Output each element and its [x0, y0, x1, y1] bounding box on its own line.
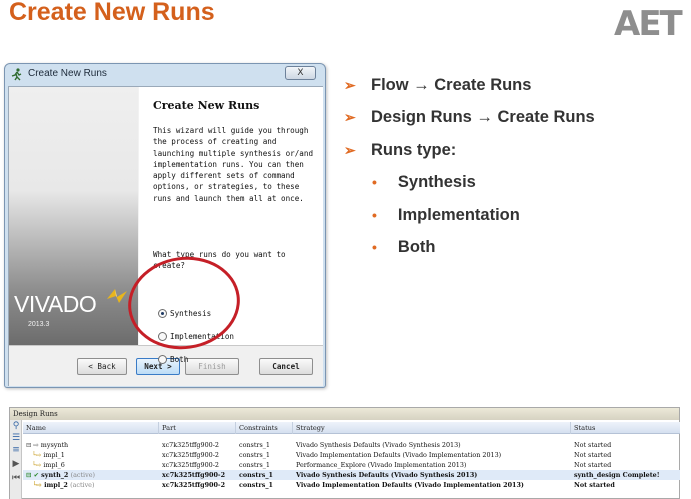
bullet-item: ➢ Design Runs → Create Runs — [344, 104, 595, 130]
dot-bullet-icon: • — [372, 174, 377, 190]
runner-icon — [11, 68, 22, 81]
sub-bullet-text: Implementation — [397, 205, 520, 224]
run-name-cell: └⇨ impl_1 — [26, 451, 65, 459]
slide-title: Create New Runs — [9, 0, 215, 26]
dialog-title: Create New Runs — [28, 68, 107, 79]
constraints-cell: constrs_1 — [239, 481, 273, 489]
design-runs-panel: Design Runs ⚲ ☰ ≡ ▶ ⏮ Name Part Constrai… — [9, 407, 680, 499]
table-row[interactable]: └⇨ impl_6 xc7k325tffg900-2 constrs_1 Per… — [23, 460, 680, 470]
strategy-cell: Vivado Implementation Defaults (Vivado I… — [296, 481, 524, 489]
radio-both[interactable]: Both — [158, 353, 188, 365]
col-header-status[interactable]: Status — [571, 422, 680, 434]
dot-bullet-icon: • — [372, 239, 377, 255]
sub-bullet-text: Both — [397, 237, 436, 256]
status-cell: Not started — [574, 461, 612, 469]
strategy-cell: Vivado Synthesis Defaults (Vivado Synthe… — [296, 471, 478, 479]
wizard-description: This wizard will guide you through the p… — [153, 126, 314, 203]
radio-button-both[interactable] — [158, 354, 167, 364]
runs-toolbar: ⚲ ☰ ≡ ▶ ⏮ — [10, 420, 22, 499]
strategy-cell: Performance_Explore (Vivado Implementati… — [296, 461, 467, 469]
radio-label-both: Both — [170, 354, 189, 364]
constraints-cell: constrs_1 — [239, 471, 273, 479]
bullet-text: Runs type: — [371, 140, 457, 159]
close-icon: X — [297, 68, 304, 78]
table-row[interactable]: └⇨ impl_2 (active) xc7k325tffg900-2 cons… — [23, 480, 680, 490]
col-header-constraints[interactable]: Constraints — [236, 422, 293, 434]
part-cell: xc7k325tffg900-2 — [162, 451, 219, 459]
launch-run-icon[interactable]: ▶ — [11, 460, 21, 469]
cancel-button[interactable]: Cancel — [259, 358, 313, 375]
table-row[interactable]: └⇨ impl_1 xc7k325tffg900-2 constrs_1 Viv… — [23, 450, 680, 460]
table-row[interactable]: ⊟ ✔ synth_2 (active) xc7k325tffg900-2 co… — [23, 470, 680, 480]
status-cell: Not started — [574, 451, 612, 459]
strategy-cell: Vivado Implementation Defaults (Vivado I… — [296, 451, 502, 459]
sub-bullet-item: • Synthesis — [372, 169, 476, 195]
dot-bullet-icon: • — [372, 207, 377, 223]
first-icon[interactable]: ⏮ — [11, 474, 21, 483]
vivado-version: 2013.3 — [28, 321, 50, 328]
bullet-item: ➢ Runs type: — [344, 137, 456, 163]
search-icon[interactable]: ⚲ — [11, 422, 21, 431]
vivado-logo-text: VIVADO — [14, 291, 97, 317]
close-button[interactable]: X — [285, 66, 316, 80]
table-row[interactable]: ⊟ ⇨ mysynth xc7k325tffg900-2 constrs_1 V… — [23, 440, 680, 450]
bullet-text: Design Runs → Create Runs — [371, 107, 595, 126]
col-header-name[interactable]: Name — [23, 422, 159, 434]
dialog-titlebar[interactable]: Create New Runs X — [5, 64, 325, 86]
vivado-logo-icon — [107, 289, 127, 303]
run-name-cell: ⊟ ⇨ mysynth — [26, 441, 69, 449]
bullet-item: ➢ Flow → Create Runs — [344, 72, 531, 98]
wizard-heading: Create New Runs — [153, 99, 260, 112]
sub-bullet-item: • Implementation — [372, 202, 520, 228]
arrow-bullet-icon: ➢ — [344, 76, 356, 93]
run-name-cell: └⇨ impl_6 — [26, 461, 65, 469]
bullet-text: Flow → Create Runs — [371, 75, 532, 94]
constraints-cell: constrs_1 — [239, 451, 270, 459]
part-cell: xc7k325tffg900-2 — [162, 461, 219, 469]
vivado-splash: VIVADO 2013.3 — [9, 87, 138, 345]
aet-logo: AET — [614, 4, 683, 44]
status-cell: synth_design Complete! — [574, 471, 660, 479]
button-bar: < Back Next > Finish Cancel — [9, 345, 323, 386]
sub-bullet-item: • Both — [372, 234, 435, 260]
constraints-cell: constrs_1 — [239, 441, 270, 449]
col-header-strategy[interactable]: Strategy — [293, 422, 571, 434]
part-cell: xc7k325tffg900-2 — [162, 481, 226, 489]
finish-button[interactable]: Finish — [185, 358, 239, 375]
sub-bullet-text: Synthesis — [397, 172, 476, 191]
runs-table-header: Name Part Constraints Strategy Status — [23, 422, 680, 434]
collapse-all-icon[interactable]: ☰ — [11, 434, 21, 443]
part-cell: xc7k325tffg900-2 — [162, 441, 219, 449]
col-header-part[interactable]: Part — [159, 422, 236, 434]
constraints-cell: constrs_1 — [239, 461, 270, 469]
back-button[interactable]: < Back — [77, 358, 127, 375]
part-cell: xc7k325tffg900-2 — [162, 471, 226, 479]
arrow-bullet-icon: ➢ — [344, 141, 356, 158]
design-runs-title: Design Runs — [10, 408, 679, 420]
run-name-cell: ⊟ ✔ synth_2 (active) — [26, 471, 95, 479]
expand-all-icon[interactable]: ≡ — [11, 446, 21, 455]
status-cell: Not started — [574, 481, 615, 489]
strategy-cell: Vivado Synthesis Defaults (Vivado Synthe… — [296, 441, 461, 449]
status-cell: Not started — [574, 441, 612, 449]
arrow-bullet-icon: ➢ — [344, 108, 356, 125]
run-name-cell: └⇨ impl_2 (active) — [26, 481, 95, 489]
